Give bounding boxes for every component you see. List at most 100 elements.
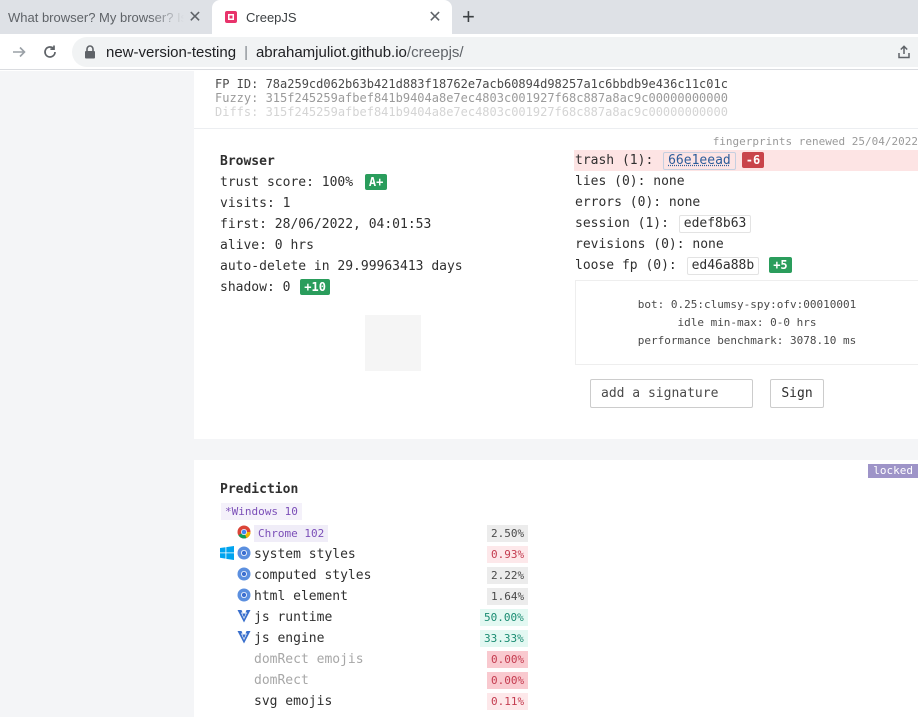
close-icon[interactable]: ✕ [184,7,206,27]
address-separator: | [244,43,248,61]
prediction-label: system styles [254,547,356,562]
prediction-row: domRect 0.00% [220,670,540,691]
prediction-label: js engine [254,631,325,646]
prediction-row: computed styles 2.22% [220,565,540,586]
prediction-percent: 0.00% [487,672,529,689]
prediction-percent: 0.00% [487,651,529,668]
close-icon[interactable]: ✕ [424,7,446,27]
visits: visits: 1 [220,196,291,211]
locked-badge: locked [868,464,918,478]
trust-grade-badge: A+ [364,174,388,190]
os-tag: *Windows 10 [221,503,302,520]
prediction-row: system styles 0.93% [220,544,540,565]
windows-icon [220,546,234,560]
forward-button[interactable] [6,39,32,65]
loose-fp-row: loose fp (0): ed46a88b +5 [574,255,918,276]
browser-heading: Browser [220,154,275,169]
prediction-label: domRect emojis [254,652,364,667]
tab-creepjs[interactable]: CreepJS ✕ [212,0,452,34]
trust-score-label: trust score: 100% [220,175,354,190]
session-row: session (1): edef8b63 [574,213,918,234]
fingerprint-card: FP ID: 78a259cd062b63b421d883f18762e7acb… [194,71,918,128]
address-bar[interactable]: new-version-testing | abrahamjuliot.gith… [72,37,918,67]
prediction-percent: 0.93% [487,546,529,563]
session-label: session (1): [575,216,669,231]
prediction-row: domRect emojis 0.00% [220,649,540,670]
address-path: /creepjs/ [406,43,464,61]
alive: alive: 0 hrs [220,238,314,253]
creepjs-favicon-icon [224,10,238,24]
prediction-label: svg emojis [254,694,333,709]
loose-fp-label: loose fp (0): [575,258,677,273]
trash-label: trash (1): [575,153,654,168]
chromium-icon [237,567,251,581]
prediction-row: html element 1.64% [220,586,540,607]
chromium-icon [237,588,251,602]
avatar-placeholder [365,315,421,371]
prediction-label: domRect [254,673,309,688]
tab-strip: What browser? My browser? Is ✕ CreepJS ✕… [0,0,918,34]
tab-title: CreepJS [246,9,297,25]
trust-score: trust score: 100% A+ [220,172,463,193]
prediction-percent: 2.22% [487,567,529,584]
auto-delete: auto-delete in 29.99963413 days [220,259,463,274]
chromium-icon [237,546,251,560]
sign-button[interactable]: Sign [770,379,824,408]
v8-icon [237,631,251,644]
prediction-percent: 50.00% [480,609,528,626]
shadow-badge: +10 [300,279,330,295]
revisions-row: revisions (0): none [575,237,724,252]
arrow-right-icon [13,46,26,58]
prediction-row: Chrome 102 2.50% [220,523,540,544]
trash-row: trash (1): 66e1eead -6 [574,150,918,171]
page-content: FP ID: 78a259cd062b63b421d883f18762e7acb… [0,71,918,717]
perf-line: performance benchmark: 3078.10 ms [637,334,857,347]
lock-icon[interactable] [84,45,96,59]
prediction-label: computed styles [254,568,372,583]
bot-line: bot: 0.25:clumsy-spy:ofv:00010001 [637,298,857,311]
prediction-row: js runtime 50.00% [220,607,540,628]
fp-diffs: Diffs: 315f245259afbef841b9404a8e7ec4803… [215,105,728,119]
prediction-heading: Prediction [220,482,299,497]
first-visit: first: 28/06/2022, 04:01:53 [220,217,432,232]
browser-info: Browser trust score: 100% A+ visits: 1 f… [220,151,463,298]
errors-row: errors (0): none [575,195,701,210]
share-icon[interactable] [896,44,912,64]
address-label: new-version-testing [106,43,237,61]
prediction-row: svg emojis 0.11% [220,691,540,712]
reload-button[interactable] [37,39,63,65]
new-tab-button[interactable]: + [462,4,475,30]
browser-toolbar: new-version-testing | abrahamjuliot.gith… [0,34,918,70]
prediction-row: js engine 33.33% [220,628,540,649]
browser-stats: trash (1): 66e1eead -6 lies (0): none err… [574,150,918,276]
reload-icon [44,45,56,58]
fp-fuzzy: Fuzzy: 315f245259afbef841b9404a8e7ec4803… [215,91,728,105]
prediction-percent: 2.50% [487,525,529,542]
fp-id: FP ID: 78a259cd062b63b421d883f18762e7acb… [215,77,728,91]
prediction-percent: 0.11% [487,693,529,710]
loose-fp-hash: ed46a88b [686,257,760,275]
tab-title: What browser? My browser? Is [8,9,184,25]
signature-input[interactable]: add a signature [590,379,753,408]
shadow-label: shadow: 0 [220,280,291,295]
session-hash: edef8b63 [678,215,752,233]
prediction-label: html element [254,589,348,604]
prediction-label: js runtime [254,610,333,625]
browser-version-tag: Chrome 102 [254,525,329,542]
prediction-percent: 1.64% [487,588,529,605]
idle-line: idle min-max: 0-0 hrs [677,316,817,329]
shadow: shadow: 0 +10 [220,277,463,298]
loose-fp-badge: +5 [769,257,792,273]
browser-card: fingerprints renewed 25/04/2022 Browser … [194,128,918,439]
address-host: abrahamjuliot.github.io [255,43,407,61]
bot-detection-box: bot: 0.25:clumsy-spy:ofv:00010001 idle m… [575,280,918,365]
v8-icon [237,610,251,623]
renewed-note: fingerprints renewed 25/04/2022 [712,135,918,148]
trash-badge: -6 [741,152,765,168]
tab-what-browser[interactable]: What browser? My browser? Is ✕ [0,0,212,34]
prediction-card: locked Prediction *Windows 10 Chrome 102… [194,460,918,717]
trash-hash[interactable]: 66e1eead [663,152,736,170]
chrome-icon [237,525,251,539]
lies-row: lies (0): none [575,174,685,189]
prediction-percent: 33.33% [480,630,528,647]
